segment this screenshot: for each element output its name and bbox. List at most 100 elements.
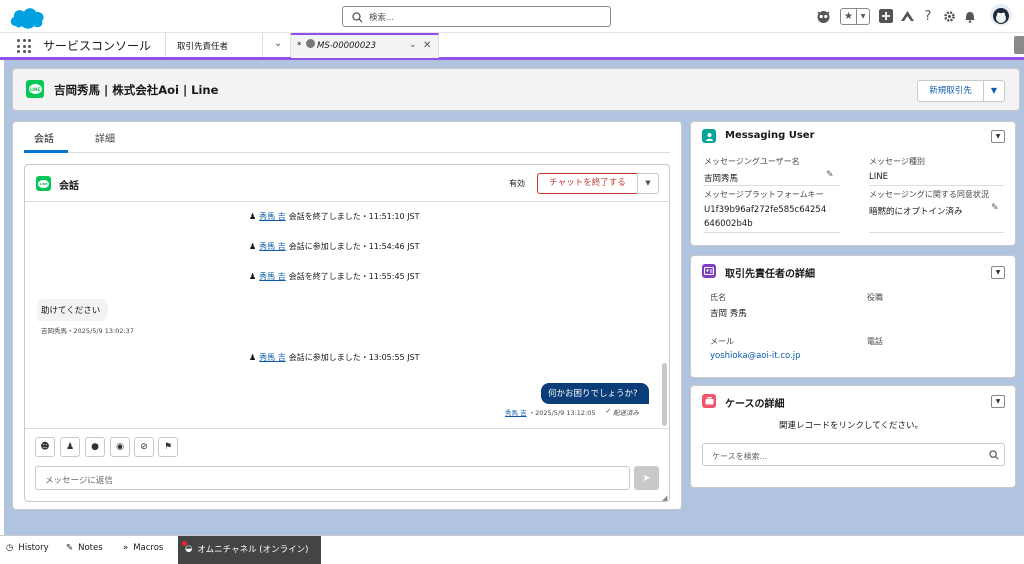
agent-action-button[interactable]: ♟ — [60, 437, 80, 457]
chat-scrollbar[interactable] — [662, 363, 667, 426]
tab-label: MS-00000023 — [317, 41, 377, 51]
tab-divider — [24, 152, 670, 153]
field-underline — [869, 232, 1004, 233]
field-underline — [869, 185, 1004, 186]
chevron-down-icon[interactable]: ⌄ — [409, 40, 417, 50]
toolbar-divider — [25, 428, 669, 429]
email-link[interactable]: yoshioka@aoi-it.co.jp — [710, 351, 801, 361]
utility-notes[interactable]: ✎ Notes — [66, 543, 103, 553]
pencil-icon[interactable]: ✎ — [826, 170, 834, 180]
clock-icon: ◷ — [6, 543, 14, 553]
record-title: 吉岡秀馬 | 株式会社Aoi | Line — [54, 83, 219, 97]
flag-icon: ⚑ — [163, 442, 173, 452]
close-icon[interactable]: ✕ — [423, 40, 431, 51]
utility-macros[interactable]: » Macros — [123, 543, 163, 553]
chevron-down-icon[interactable]: ▼ — [983, 80, 1005, 102]
console-navbar — [0, 33, 1024, 60]
message-placeholder: メッセージに返信 — [45, 476, 113, 486]
field-label: メッセージプラットフォームキー — [704, 190, 824, 199]
field-label: メッセージングに関する同意状況 — [869, 190, 989, 199]
field-label: 電話 — [867, 337, 883, 346]
gear-icon[interactable] — [941, 8, 957, 24]
chevron-down-icon[interactable]: ▼ — [991, 130, 1005, 143]
outgoing-message: 何かお困りでしょうか? — [541, 383, 649, 404]
user-avatar[interactable] — [990, 4, 1012, 26]
salesforce-logo[interactable] — [8, 4, 46, 30]
messaging-session-icon — [306, 39, 315, 48]
chat-bubble-icon: ● — [91, 442, 99, 452]
search-icon — [352, 12, 363, 23]
send-button[interactable]: ➤ — [634, 466, 659, 490]
quick-text-button[interactable]: ● — [85, 437, 105, 457]
resize-handle-icon[interactable]: ◢ — [662, 494, 667, 502]
field-value: 吉岡 秀馬 — [710, 309, 747, 319]
event-user[interactable]: 秀馬 吉 — [259, 211, 286, 222]
field-underline — [704, 232, 840, 233]
global-search[interactable]: 検索... — [342, 6, 611, 27]
attach-button[interactable]: ⊘ — [134, 437, 154, 457]
knowledge-button[interactable]: ◉ — [110, 437, 130, 457]
outgoing-user[interactable]: 秀馬 吉 — [505, 407, 527, 417]
chevron-down-icon[interactable]: ▼ — [637, 173, 659, 194]
field-value: 暗黙的にオプトイン済み — [869, 207, 963, 217]
field-value: LINE — [869, 172, 888, 182]
send-icon: ➤ — [642, 472, 651, 484]
app-launcher-icon[interactable] — [17, 39, 31, 53]
event-text: 会話に参加しました・11:54:46 JST — [288, 242, 420, 251]
app-name: サービスコンソール — [43, 39, 152, 53]
chat-divider — [25, 201, 669, 202]
star-icon: ★ — [841, 9, 857, 24]
agent-icon: ♟ — [249, 212, 257, 221]
chat-event: ♟ 秀馬 吉 会話に参加しました・13:05:55 JST — [249, 352, 420, 363]
bell-icon[interactable] — [962, 8, 978, 24]
utility-label: オムニチャネル (オンライン) — [197, 545, 309, 555]
favorites-button[interactable]: ★ ▼ — [840, 8, 870, 25]
field-value-continued: 646002b4b — [704, 219, 753, 229]
event-user[interactable]: 秀馬 吉 — [259, 241, 286, 252]
chat-event: ♟ 秀馬 吉 会話に参加しました・11:54:46 JST — [249, 241, 420, 252]
incoming-message: 助けてください — [37, 299, 108, 321]
event-user[interactable]: 秀馬 吉 — [259, 271, 286, 282]
contact-icon — [702, 264, 716, 278]
trailhead-icon[interactable] — [899, 8, 915, 24]
tab-details[interactable]: 詳細 — [95, 130, 115, 145]
emoji-button[interactable]: ☻ — [35, 437, 55, 457]
field-label: 役職 — [867, 293, 883, 302]
message-input[interactable]: メッセージに返信 — [35, 466, 630, 490]
link-icon: ⊘ — [140, 442, 148, 452]
card-title: Messaging User — [725, 130, 815, 141]
omni-channel-label-wrap[interactable]: ◒ オムニチャネル (オンライン) — [182, 541, 309, 555]
case-message: 関連レコードをリンクしてください。 — [779, 421, 923, 431]
search-placeholder: 検索... — [369, 13, 395, 23]
panel-toggle[interactable] — [1014, 36, 1024, 54]
assistant-icon[interactable] — [815, 8, 831, 24]
end-chat-button[interactable]: チャットを終了する — [537, 173, 638, 194]
pencil-icon[interactable]: ✎ — [991, 203, 999, 213]
utility-label: Macros — [133, 543, 164, 553]
help-icon[interactable]: ? — [920, 8, 936, 24]
card-title: ケースの詳細 — [725, 399, 785, 410]
event-text: 会話を終了しました・11:51:10 JST — [288, 212, 420, 221]
global-actions-icon[interactable] — [878, 8, 894, 24]
tab-contact[interactable]: 取引先責任者 ⌄ — [165, 33, 291, 57]
chat-title: 会話 — [59, 181, 79, 192]
event-user[interactable]: 秀馬 吉 — [259, 352, 286, 363]
flag-button[interactable]: ⚑ — [158, 437, 178, 457]
chevron-down-icon[interactable]: ▼ — [991, 395, 1005, 408]
chat-status: 有効 — [509, 179, 525, 188]
new-account-button[interactable]: 新規取引先 — [917, 80, 984, 102]
agent-icon: ♟ — [249, 242, 257, 251]
tab-conversation[interactable]: 会話 — [34, 130, 54, 145]
utility-label: Notes — [78, 543, 103, 553]
check-icon: ✓ — [605, 407, 611, 415]
chevron-down-icon[interactable]: ▼ — [991, 266, 1005, 279]
chevron-down-icon[interactable]: ⌄ — [274, 38, 282, 49]
field-value: 吉岡秀馬 — [704, 174, 739, 184]
incoming-meta: 吉岡秀馬・2025/5/9 13:02:37 — [41, 327, 134, 335]
case-search-input[interactable]: ケースを検索... — [702, 443, 1005, 466]
case-icon — [702, 394, 716, 408]
unsaved-marker: * — [297, 41, 302, 51]
agent-icon: ♟ — [249, 353, 257, 362]
event-text: 会話に参加しました・13:05:55 JST — [288, 353, 420, 362]
utility-history[interactable]: ◷ History — [6, 543, 49, 553]
